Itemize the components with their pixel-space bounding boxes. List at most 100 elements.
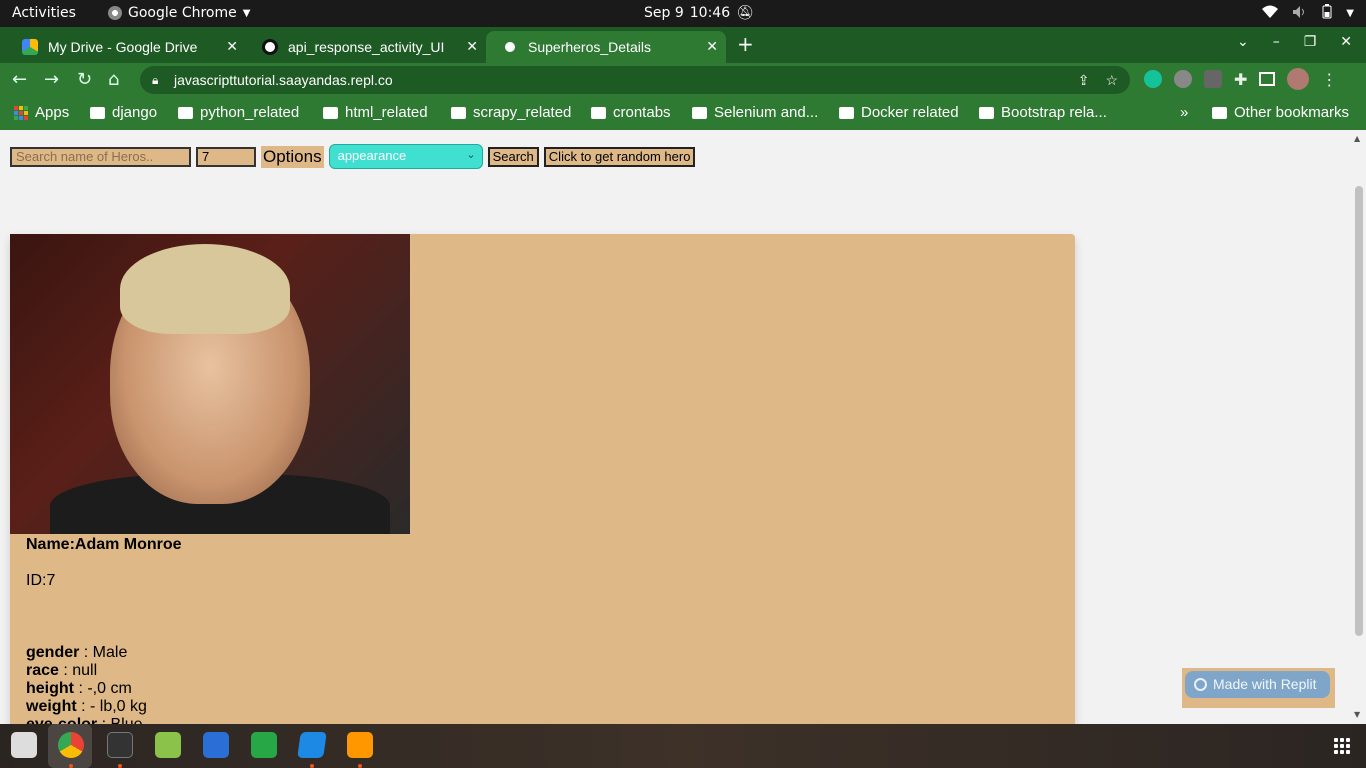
attribute-key: height [26, 680, 74, 697]
forward-icon[interactable]: → [44, 69, 59, 90]
tab-search-icon[interactable]: ⌄ [1237, 34, 1249, 50]
files-icon[interactable] [11, 732, 37, 758]
attribute-row: gender : Male [26, 644, 147, 662]
running-indicator [118, 764, 122, 768]
app-menu[interactable]: Google Chrome ▼ [108, 5, 250, 21]
bookmark-other[interactable]: Other bookmarks [1212, 104, 1349, 121]
replit-badge-label: Made with Replit [1213, 676, 1317, 692]
folder-icon [323, 106, 338, 119]
bookmarks-bar: Apps django python_related html_related … [0, 97, 1366, 130]
back-icon[interactable]: ← [12, 69, 27, 90]
system-tray[interactable]: ▼ [1262, 4, 1354, 23]
tab-google-drive[interactable]: My Drive - Google Drive ✕ [6, 31, 246, 63]
hero-id-value: 7 [46, 572, 56, 589]
sublime-icon[interactable] [347, 732, 373, 758]
tab-superheros[interactable]: Superheros_Details ✕ [486, 31, 726, 63]
chevron-down-icon: ▼ [1346, 8, 1354, 19]
new-tab-button[interactable]: + [737, 32, 754, 56]
activities-button[interactable]: Activities [12, 5, 76, 21]
chrome-icon[interactable] [58, 732, 84, 758]
attribute-row: weight : - lb,0 kg [26, 698, 147, 716]
dock [0, 724, 1366, 768]
folder-icon [591, 106, 606, 119]
close-icon[interactable]: ✕ [706, 38, 718, 55]
bookmark-label: Bootstrap rela... [1001, 104, 1107, 121]
star-icon[interactable]: ☆ [1105, 66, 1118, 94]
attribute-value: : -,0 cm [74, 680, 132, 697]
options-select[interactable]: appearance ⌄ [328, 144, 483, 169]
bookmark-folder[interactable]: Bootstrap rela... [979, 104, 1107, 121]
image-viewer-icon[interactable] [155, 732, 181, 758]
window-controls: ⌄ – ❐ ✕ [1237, 34, 1352, 50]
bookmark-folder[interactable]: Selenium and... [692, 104, 818, 121]
restore-icon[interactable]: ❐ [1304, 34, 1317, 50]
close-icon[interactable]: ✕ [226, 38, 238, 55]
page-viewport: Options appearance ⌄ Search Click to get… [0, 130, 1366, 724]
hero-name-label: Name: [26, 536, 75, 553]
bookmark-label: Other bookmarks [1234, 104, 1350, 121]
tab-title: api_response_activity_UI [288, 39, 445, 55]
battery-icon [1322, 4, 1332, 23]
volume-icon [1292, 5, 1308, 23]
bookmark-label: Docker related [861, 104, 959, 121]
home-icon[interactable]: ⌂ [108, 69, 119, 90]
hero-id-input[interactable] [196, 146, 256, 167]
menu-dots-icon[interactable]: ⋮ [1321, 70, 1337, 89]
attribute-key: weight [26, 698, 77, 715]
hero-name: Name:Adam Monroe [26, 536, 182, 554]
hero-card: Name:Adam Monroe ID:7 gender : Male race… [10, 234, 1075, 724]
scroll-down-icon[interactable]: ▼ [1354, 710, 1360, 719]
off-extension-icon[interactable] [1204, 70, 1222, 88]
tab-api-response[interactable]: api_response_activity_UI ✕ [246, 31, 486, 63]
github-icon [262, 39, 278, 55]
bookmark-label: html_related [345, 104, 428, 121]
bookmark-folder[interactable]: html_related [323, 104, 428, 121]
drive-icon [22, 39, 38, 55]
puzzle-icon[interactable]: ✚ [1234, 70, 1247, 89]
chrome-icon [108, 6, 122, 20]
address-bar[interactable]: 🔒︎ javascripttutorial.saayandas.repl.co … [140, 66, 1130, 94]
bookmark-folder[interactable]: crontabs [591, 104, 671, 121]
notifications-off-icon: 🔕︎ [736, 5, 754, 21]
random-hero-button[interactable]: Click to get random hero [543, 146, 696, 167]
attribute-value: : null [58, 662, 98, 679]
vscode-icon[interactable] [297, 732, 327, 758]
close-icon[interactable]: ✕ [466, 38, 478, 55]
url-text: javascripttutorial.saayandas.repl.co [174, 72, 393, 88]
share-icon[interactable]: ⇪ [1078, 66, 1090, 94]
running-indicator [310, 764, 314, 768]
scroll-up-icon[interactable]: ▲ [1354, 134, 1360, 143]
scrollbar-thumb[interactable] [1355, 186, 1363, 636]
search-controls: Options appearance ⌄ Search Click to get… [10, 144, 696, 169]
replit-badge-pill[interactable]: Made with Replit [1185, 671, 1330, 698]
bookmark-label: crontabs [613, 104, 671, 121]
clock[interactable]: Sep 9 10:46 🔕︎ [644, 5, 754, 21]
bookmark-folder[interactable]: django [90, 104, 157, 121]
extension-icon[interactable] [1174, 70, 1192, 88]
bookmark-folder[interactable]: Docker related [839, 104, 959, 121]
profile-avatar[interactable] [1287, 68, 1310, 90]
reload-icon[interactable]: ↻ [77, 69, 92, 90]
more-bookmarks-button[interactable]: » [1180, 104, 1188, 121]
replit-badge[interactable]: Made with Replit [1182, 668, 1335, 708]
spreadsheet-icon[interactable] [251, 732, 277, 758]
show-apps-icon[interactable] [1334, 738, 1350, 754]
bookmark-apps[interactable]: Apps [14, 104, 69, 121]
attribute-value: : Blue [97, 716, 143, 724]
close-window-icon[interactable]: ✕ [1340, 34, 1352, 50]
minimize-icon[interactable]: – [1273, 34, 1280, 50]
bookmark-folder[interactable]: python_related [178, 104, 299, 121]
terminal-icon[interactable] [107, 732, 133, 758]
hero-id-label: ID: [26, 572, 47, 589]
extensions-area: ✚ ⋮ [1144, 68, 1337, 90]
bookmark-label: scrapy_related [473, 104, 572, 121]
bookmark-folder[interactable]: scrapy_related [451, 104, 571, 121]
attribute-row: race : null [26, 662, 147, 680]
page-scrollbar[interactable]: ▲ ▼ [1354, 130, 1364, 724]
sidebar-icon[interactable] [1259, 72, 1276, 86]
grammarly-icon[interactable] [1144, 70, 1162, 88]
hero-search-input[interactable] [10, 146, 191, 167]
writer-icon[interactable] [203, 732, 229, 758]
search-button[interactable]: Search [487, 146, 539, 167]
chevron-right-icon: » [1180, 104, 1189, 121]
